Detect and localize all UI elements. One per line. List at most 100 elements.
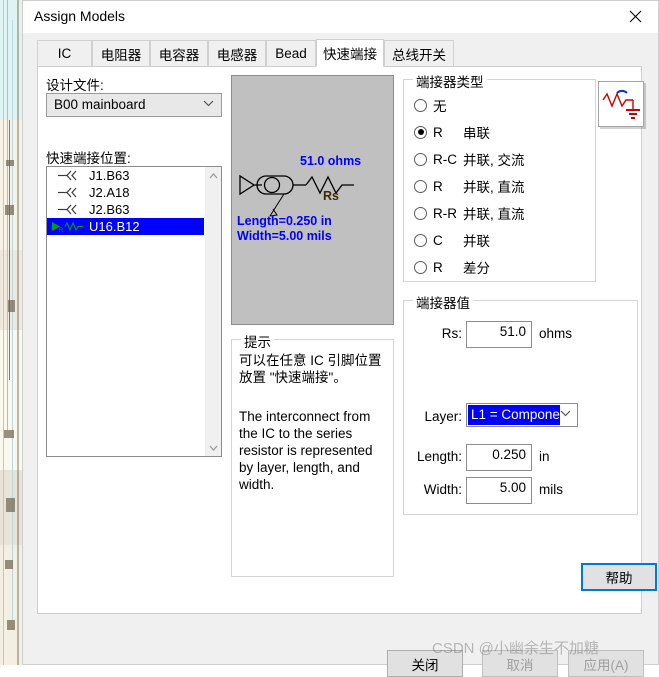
termination-schematic-preview: 51.0 ohms Rs Length=0.250 in Width=5.00 … (231, 75, 394, 325)
terminator-arrow-icon (47, 187, 89, 198)
radio-rc-parallel-ac[interactable]: R-C 并联, 交流 (414, 150, 525, 168)
dialog-titlebar: Assign Models (23, 1, 658, 33)
scroll-down-button[interactable] (205, 439, 222, 456)
cancel-button: 取消 (482, 650, 558, 677)
hint-text-english: The interconnect from the IC to the seri… (239, 409, 373, 492)
tab-label: 电阻器 (100, 47, 142, 63)
terminator-type-groupbox: 端接器类型 无 R 串联 R-C 并联, 交流 R 并联, 直流 R-R 并联,… (403, 71, 596, 282)
assign-models-dialog: Assign Models IC 电阻器 电容器 电感器 Bead 快速端接 总… (22, 0, 659, 677)
help-button-label: 帮助 (605, 571, 633, 586)
list-item[interactable]: J2.B63 (47, 201, 204, 218)
list-item-label: J2.B63 (89, 202, 130, 217)
design-file-value: B00 mainboard (54, 97, 146, 112)
tab-ic[interactable]: IC (37, 40, 92, 66)
schematic-drawing (239, 174, 354, 217)
close-button-label: 关闭 (411, 657, 439, 673)
dialog-title: Assign Models (34, 8, 126, 24)
terminator-type-legend: 端接器类型 (413, 71, 487, 91)
radio-none[interactable]: 无 (414, 96, 463, 114)
scroll-up-button[interactable] (205, 167, 222, 184)
radio-desc: 串联 (463, 126, 490, 141)
length-input[interactable]: 0.250 (466, 444, 532, 471)
radio-code: R (433, 124, 443, 140)
width-input[interactable]: 5.00 (466, 477, 532, 504)
list-item[interactable]: J2.A18 (47, 184, 204, 201)
tab-label: IC (57, 46, 72, 61)
layer-combobox[interactable]: L1 = Component (466, 403, 578, 427)
terminator-values-groupbox: 端接器值 Rs: 51.0 ohms Layer: L1 = Component… (403, 292, 638, 515)
schematic-rs-label: Rs (323, 189, 339, 203)
design-file-label: 设计文件: (46, 78, 104, 93)
radio-desc: 并联 (463, 234, 490, 249)
list-item-label: U16.B12 (89, 219, 140, 234)
tab-inductor[interactable]: 电感器 (208, 40, 266, 66)
tab-resistor[interactable]: 电阻器 (92, 40, 150, 66)
tab-label: 总线开关 (392, 47, 446, 63)
radio-button-icon (414, 125, 427, 139)
rs-unit: ohms (539, 326, 573, 341)
radio-button-icon (414, 260, 427, 274)
chevron-down-icon (560, 410, 571, 417)
radio-r-parallel-dc[interactable]: R 并联, 直流 (414, 177, 525, 195)
radio-code: R (433, 178, 443, 194)
quick-termination-list[interactable]: J1.B63 J2.A18 J2.B63 R U16.B12 (46, 166, 222, 457)
radio-button-icon (414, 233, 427, 247)
radio-rr-parallel-dc[interactable]: R-R 并联, 直流 (414, 204, 525, 222)
radio-code: C (433, 232, 443, 248)
radio-code: R-R (433, 205, 457, 221)
radio-button-icon (414, 179, 427, 193)
length-unit: in (539, 449, 550, 464)
tab-label: 快速端接 (323, 47, 377, 62)
apply-button: 应用(A) (568, 650, 644, 677)
hint-text-chinese: 可以在任意 IC 引脚位置放置 "快速端接"。 (239, 353, 382, 385)
help-button[interactable]: 帮助 (581, 563, 657, 591)
quick-termination-locations-label: 快速端接位置: (46, 151, 131, 166)
radio-button-icon (414, 206, 427, 220)
close-icon (629, 10, 641, 23)
close-window-button[interactable] (612, 1, 658, 32)
length-label: Length: (416, 449, 462, 464)
layer-label: Layer: (424, 409, 462, 424)
tab-bus-switch[interactable]: 总线开关 (384, 40, 454, 66)
termination-schematic-icon[interactable] (598, 81, 644, 127)
radio-desc: 差分 (463, 261, 490, 276)
tab-label: 电容器 (158, 47, 200, 63)
radio-desc: 并联, 交流 (463, 153, 525, 168)
terminator-values-legend: 端接器值 (413, 292, 473, 312)
list-item[interactable]: R U16.B12 (47, 218, 204, 235)
schematic-length-label: Length=0.250 in (237, 214, 332, 228)
layer-value: L1 = Component (468, 405, 560, 425)
radio-r-differential[interactable]: R 差分 (414, 258, 490, 276)
svg-text:R: R (59, 228, 64, 233)
tab-bar: IC 电阻器 电容器 电感器 Bead 快速端接 总线开关 (37, 39, 642, 67)
terminator-arrow-icon (47, 170, 89, 181)
dialog-client-area: IC 电阻器 电容器 电感器 Bead 快速端接 总线开关 设计文件: B00 … (24, 33, 657, 677)
radio-button-icon (414, 98, 427, 112)
series-resistor-icon: R (47, 220, 89, 233)
radio-desc: 并联, 直流 (463, 207, 525, 222)
width-label: Width: (423, 482, 462, 497)
cancel-button-label: 取消 (506, 657, 534, 673)
tab-capacitor[interactable]: 电容器 (150, 40, 208, 66)
schematic-ohms-label: 51.0 ohms (300, 154, 362, 168)
tab-quick-termination[interactable]: 快速端接 (316, 39, 384, 67)
chevron-up-icon (209, 172, 218, 178)
tab-label: Bead (275, 46, 307, 61)
list-item-label: J2.A18 (89, 185, 130, 200)
radio-r-series[interactable]: R 串联 (414, 123, 490, 141)
quick-termination-panel: 设计文件: B00 mainboard 快速端接位置: J1.B63 J2.A1… (37, 66, 657, 614)
close-button[interactable]: 关闭 (387, 650, 463, 677)
radio-c-parallel[interactable]: C 并联 (414, 231, 490, 249)
width-unit: mils (539, 482, 563, 497)
tab-label: 电感器 (216, 47, 258, 63)
tab-bead[interactable]: Bead (266, 40, 316, 66)
rs-label: Rs: (441, 326, 462, 341)
terminator-arrow-icon (47, 204, 89, 215)
radio-code: 无 (433, 99, 447, 114)
chevron-down-icon (203, 100, 214, 107)
list-item[interactable]: J1.B63 (47, 167, 204, 184)
rs-input[interactable]: 51.0 (466, 321, 532, 348)
design-file-combobox[interactable]: B00 mainboard (46, 93, 222, 117)
list-scrollbar[interactable] (204, 167, 221, 456)
radio-code: R-C (433, 151, 457, 167)
